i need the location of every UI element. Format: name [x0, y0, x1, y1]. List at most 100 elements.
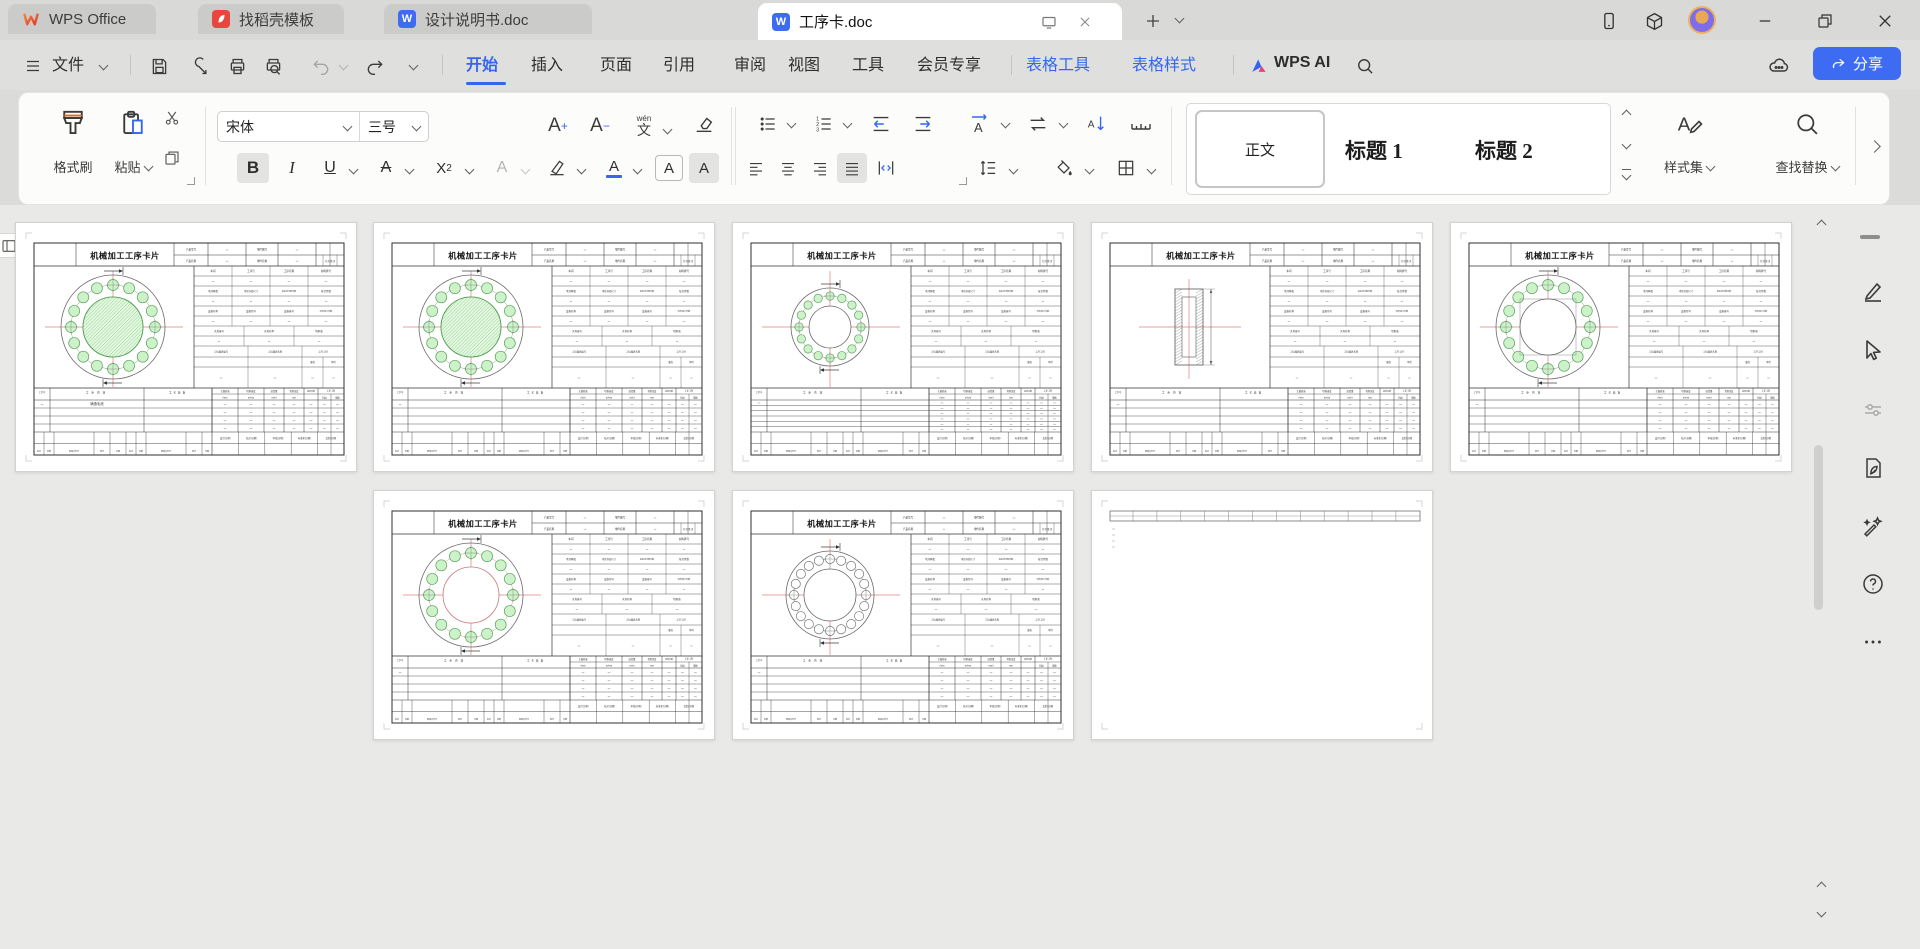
bullet-list-button[interactable] — [753, 109, 783, 139]
user-avatar[interactable] — [1688, 6, 1716, 34]
help-icon[interactable] — [1858, 569, 1888, 599]
search-icon[interactable] — [1352, 53, 1378, 79]
tab-list-chevron[interactable] — [1174, 13, 1185, 24]
font-color-button[interactable]: A — [599, 153, 629, 183]
text-direction-chevron[interactable] — [999, 117, 1011, 129]
doc-page-1[interactable]: 机械加工工序卡片 产品型号 零件图号 产品名称 零件名称 共 页 第 页车间 工序号 工序名称… — [15, 222, 357, 472]
menu-review[interactable]: 审阅 — [734, 40, 766, 86]
highlight-chevron[interactable] — [575, 163, 587, 175]
pinyin-guide-button[interactable]: wén 文 — [627, 107, 661, 145]
menu-home[interactable]: 开始 — [466, 40, 498, 86]
decrease-indent-button[interactable] — [865, 109, 897, 139]
decrease-font-button[interactable]: A − — [583, 109, 617, 143]
file-menu[interactable]: 文件 — [52, 40, 84, 86]
borders-button[interactable] — [1109, 153, 1143, 183]
clipboard-dialog-launcher[interactable] — [187, 177, 195, 185]
styles-gallery-more[interactable] — [1617, 165, 1635, 183]
new-tab-button[interactable] — [1140, 8, 1166, 34]
italic-button[interactable]: I — [277, 153, 307, 183]
undo-button[interactable] — [308, 53, 334, 79]
share-button[interactable]: 分享 — [1813, 47, 1901, 80]
doc-page-2[interactable]: 机械加工工序卡片 产品型号 零件图号 产品名称 零件名称 共 页 第 页车间 工序号 工序名称… — [373, 222, 715, 472]
labs-cube-icon[interactable] — [1641, 8, 1667, 34]
device-sync-icon[interactable] — [1040, 13, 1058, 31]
sort-button[interactable]: A — [1079, 109, 1113, 139]
style-set-label[interactable]: 样式集 — [1643, 157, 1735, 176]
style-normal[interactable]: 正文 — [1195, 110, 1325, 188]
output-button[interactable] — [188, 53, 214, 79]
highlight-button[interactable] — [541, 153, 573, 183]
print-button[interactable] — [224, 53, 250, 79]
underline-button[interactable]: U — [315, 153, 345, 183]
doc-page-8[interactable] — [1091, 490, 1433, 740]
bullet-list-chevron[interactable] — [785, 117, 797, 129]
superscript-button[interactable]: X2 — [427, 153, 461, 183]
text-effects-button[interactable]: A — [487, 153, 517, 183]
doc-page-5[interactable]: 机械加工工序卡片 产品型号 零件图号 产品名称 零件名称 共 页 第 页车间 工序号 工序名称… — [1450, 222, 1792, 472]
undo-chevron[interactable] — [336, 58, 350, 72]
pinyin-chevron[interactable] — [661, 123, 673, 135]
underline-chevron[interactable] — [347, 163, 359, 175]
previous-page-button[interactable] — [1811, 877, 1831, 895]
cloud-status-icon[interactable] — [1766, 53, 1792, 79]
menu-insert[interactable]: 插入 — [531, 40, 563, 86]
font-size-combo[interactable]: 三号 — [360, 112, 428, 141]
paragraph-dialog-launcher[interactable] — [959, 177, 967, 185]
styles-scroll-down[interactable] — [1617, 135, 1635, 153]
menu-table-style[interactable]: 表格样式 — [1132, 40, 1196, 86]
docer-template-icon[interactable] — [1858, 453, 1888, 483]
numbered-list-button[interactable]: 123 — [809, 109, 839, 139]
doc-page-6[interactable]: 机械加工工序卡片 产品型号 零件图号 产品名称 零件名称 共 页 第 页车间 工序号 工序名称… — [373, 490, 715, 740]
distribute-button[interactable] — [869, 153, 903, 183]
align-left-button[interactable] — [741, 153, 771, 183]
tab-process-card-doc[interactable]: W 工序卡.doc — [758, 3, 1122, 40]
style-heading2[interactable]: 标题 2 — [1475, 104, 1533, 196]
close-window-button[interactable] — [1872, 8, 1898, 34]
justify-button[interactable] — [837, 153, 867, 183]
doc-page-3[interactable]: 机械加工工序卡片 产品型号 零件图号 产品名称 零件名称 共 页 第 页车间 工序号 工序名称… — [732, 222, 1074, 472]
paste-button[interactable] — [111, 105, 155, 141]
strikethrough-button[interactable]: A — [371, 153, 401, 183]
scrollbar-thumb[interactable] — [1814, 445, 1823, 610]
style-set-icon[interactable]: A — [1659, 105, 1719, 143]
align-center-button[interactable] — [773, 153, 803, 183]
minimize-button[interactable] — [1752, 8, 1778, 34]
char-shading-button[interactable]: A — [689, 153, 719, 183]
restore-button[interactable] — [1812, 8, 1838, 34]
edit-pen-icon[interactable] — [1858, 277, 1888, 307]
scroll-up-arrow[interactable] — [1811, 215, 1831, 233]
superscript-chevron[interactable] — [463, 163, 475, 175]
menu-view[interactable]: 视图 — [788, 40, 820, 86]
copy-button[interactable] — [159, 145, 185, 171]
hamburger-menu-icon[interactable] — [20, 53, 46, 79]
doc-page-7[interactable]: 机械加工工序卡片 产品型号 零件图号 产品名称 零件名称 共 页 第 页车间 工序号 工序名称… — [732, 490, 1074, 740]
menu-page[interactable]: 页面 — [600, 40, 632, 86]
numbered-list-chevron[interactable] — [841, 117, 853, 129]
save-button[interactable] — [146, 53, 172, 79]
borders-chevron[interactable] — [1145, 163, 1157, 175]
file-menu-chevron[interactable] — [96, 58, 110, 72]
increase-font-button[interactable]: A + — [541, 109, 575, 143]
paste-label[interactable]: 粘贴 — [103, 157, 163, 176]
tab-wps-home[interactable]: WPS Office — [8, 4, 156, 34]
line-spacing-button[interactable] — [971, 153, 1005, 183]
line-spacing-chevron[interactable] — [1007, 163, 1019, 175]
menu-tools[interactable]: 工具 — [852, 40, 884, 86]
menu-table-tools[interactable]: 表格工具 — [1026, 40, 1090, 86]
menu-references[interactable]: 引用 — [663, 40, 695, 86]
style-heading1[interactable]: 标题 1 — [1345, 104, 1403, 196]
close-tab-icon[interactable] — [1078, 15, 1092, 29]
shading-chevron[interactable] — [1083, 163, 1095, 175]
tab-design-doc[interactable]: W 设计说明书.doc — [384, 4, 592, 34]
wps-ai-menu[interactable]: WPS AI — [1274, 40, 1330, 86]
adjust-sliders-icon[interactable] — [1858, 395, 1888, 425]
more-options-icon[interactable] — [1858, 627, 1888, 657]
increase-indent-button[interactable] — [907, 109, 939, 139]
next-page-button[interactable] — [1811, 903, 1831, 921]
tab-docer-templates[interactable]: 找稻壳模板 — [198, 4, 344, 34]
text-effects-chevron[interactable] — [519, 163, 531, 175]
menu-member[interactable]: 会员专享 — [917, 40, 981, 86]
format-painter-button[interactable] — [51, 105, 95, 141]
char-border-button[interactable]: A — [655, 155, 683, 181]
font-name-combo[interactable]: 宋体 — [218, 112, 360, 141]
